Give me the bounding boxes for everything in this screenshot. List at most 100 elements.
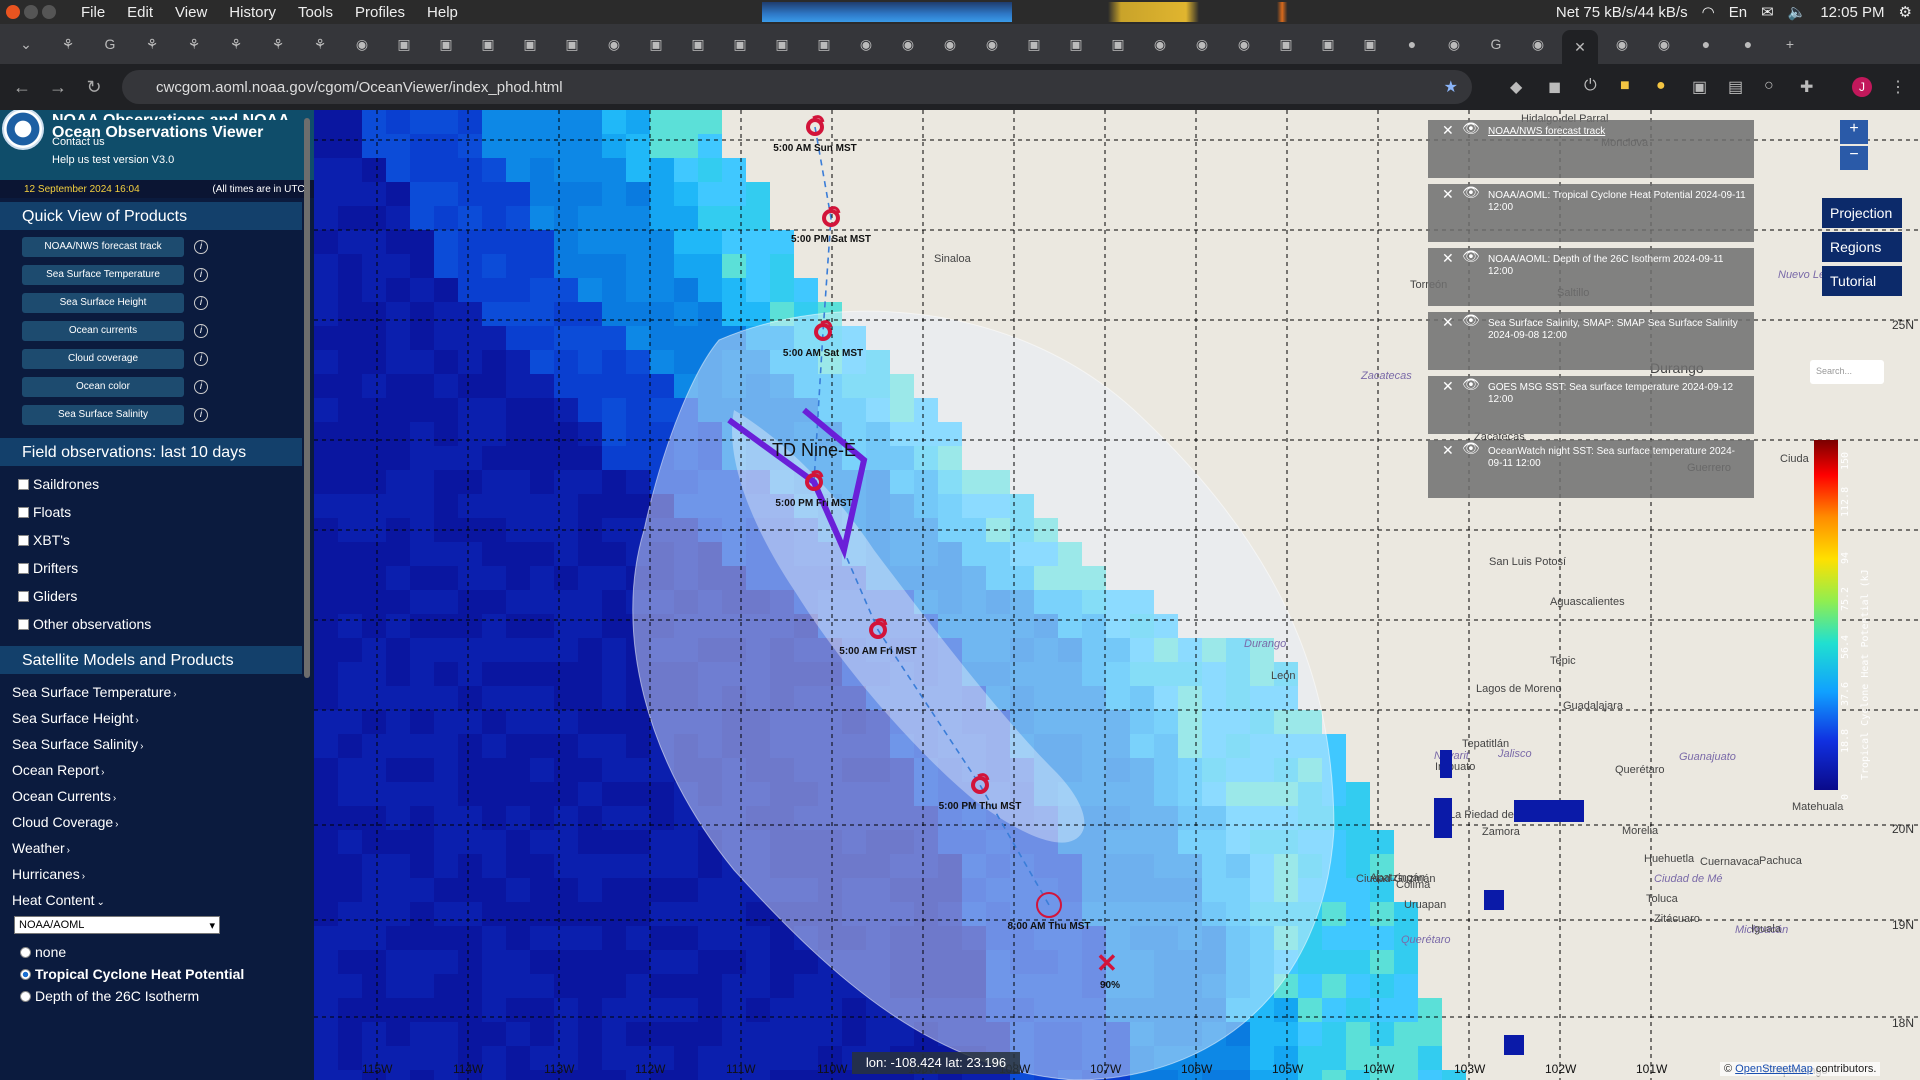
- eye-icon[interactable]: 👁: [1462, 377, 1480, 391]
- radio-button[interactable]: [20, 990, 31, 1002]
- tab-favicon[interactable]: ⚘: [218, 30, 254, 58]
- tab-close-icon[interactable]: ✕: [1562, 30, 1598, 64]
- info-icon[interactable]: i: [194, 408, 208, 422]
- satellite-heading[interactable]: Satellite Models and Products: [0, 646, 302, 674]
- info-icon[interactable]: i: [194, 380, 208, 394]
- extension-icon[interactable]: ○: [1764, 77, 1774, 95]
- close-icon[interactable]: ✕: [1442, 443, 1454, 457]
- satellite-menu-item[interactable]: Sea Surface Temperature ›: [12, 684, 314, 700]
- zoom-in-button[interactable]: +: [1840, 120, 1868, 144]
- menu-tools[interactable]: Tools: [287, 4, 344, 21]
- browser-menu-icon[interactable]: ⋮: [1890, 77, 1906, 97]
- quick-view-button[interactable]: Sea Surface Temperature: [22, 265, 184, 285]
- tab-favicon[interactable]: ◉: [890, 30, 926, 58]
- tab-favicon[interactable]: ▣: [680, 30, 716, 58]
- satellite-menu-item[interactable]: Heat Content ⌄: [12, 892, 314, 908]
- wifi-icon[interactable]: ◠: [1702, 3, 1715, 21]
- tab-favicon[interactable]: ◉: [344, 30, 380, 58]
- tab-favicon[interactable]: G: [1478, 30, 1514, 58]
- quick-view-heading[interactable]: Quick View of Products: [0, 202, 302, 230]
- quick-view-button[interactable]: Ocean currents: [22, 321, 184, 341]
- zoom-out-button[interactable]: −: [1840, 146, 1868, 170]
- volume-icon[interactable]: 🔈: [1788, 3, 1807, 21]
- close-icon[interactable]: ✕: [1442, 251, 1454, 265]
- profile-avatar[interactable]: J: [1852, 77, 1872, 97]
- menu-edit[interactable]: Edit: [116, 4, 164, 21]
- tab-favicon[interactable]: ▣: [428, 30, 464, 58]
- quick-view-button[interactable]: Sea Surface Height: [22, 293, 184, 313]
- tab-favicon[interactable]: ◉: [974, 30, 1010, 58]
- menu-help[interactable]: Help: [416, 4, 469, 21]
- eye-icon[interactable]: 👁: [1462, 249, 1480, 263]
- menu-history[interactable]: History: [218, 4, 287, 21]
- satellite-menu-item[interactable]: Sea Surface Salinity ›: [12, 736, 314, 752]
- tab-favicon[interactable]: ◉: [1646, 30, 1682, 58]
- checkbox[interactable]: [18, 478, 29, 490]
- radio-button[interactable]: [20, 968, 31, 980]
- tutorial-button[interactable]: Tutorial: [1822, 266, 1902, 296]
- maximize-window-button[interactable]: [42, 5, 56, 19]
- extension-icon[interactable]: ◆: [1510, 77, 1522, 97]
- new-tab-button[interactable]: +: [1772, 30, 1808, 58]
- search-input[interactable]: Search...: [1810, 360, 1884, 384]
- extension-icon[interactable]: ▤: [1728, 77, 1743, 97]
- close-window-button[interactable]: [6, 5, 20, 19]
- extension-icon[interactable]: ▣: [1692, 77, 1707, 97]
- tab-favicon[interactable]: ⚘: [260, 30, 296, 58]
- disturbance-x-icon[interactable]: ✕: [1096, 948, 1118, 978]
- forward-arrow-icon[interactable]: →: [40, 77, 76, 98]
- extension-icon[interactable]: ■: [1620, 77, 1630, 95]
- back-arrow-icon[interactable]: ←: [4, 77, 40, 98]
- eye-icon[interactable]: 👁: [1462, 313, 1480, 327]
- contact-link[interactable]: Contact us: [52, 136, 105, 148]
- checkbox[interactable]: [18, 562, 29, 574]
- tab-favicon[interactable]: ▣: [806, 30, 842, 58]
- field-obs-heading[interactable]: Field observations: last 10 days: [0, 438, 302, 466]
- extension-icon[interactable]: ●: [1656, 77, 1666, 95]
- tab-favicon[interactable]: ⚘: [302, 30, 338, 58]
- menu-file[interactable]: File: [70, 4, 116, 21]
- info-icon[interactable]: i: [194, 240, 208, 254]
- power-icon[interactable]: ⏻: [1584, 77, 1597, 95]
- tab-favicon[interactable]: ◉: [1520, 30, 1556, 58]
- tab-favicon[interactable]: ▣: [470, 30, 506, 58]
- tab-favicon[interactable]: ▣: [1310, 30, 1346, 58]
- quick-view-button[interactable]: Cloud coverage: [22, 349, 184, 369]
- projection-button[interactable]: Projection: [1822, 198, 1902, 228]
- tab-favicon[interactable]: ◉: [848, 30, 884, 58]
- tab-favicon[interactable]: ▣: [1100, 30, 1136, 58]
- eye-icon[interactable]: 👁: [1462, 121, 1480, 135]
- info-icon[interactable]: i: [194, 296, 208, 310]
- tab-favicon[interactable]: ●: [1688, 30, 1724, 58]
- tab-favicon[interactable]: ▣: [1352, 30, 1388, 58]
- close-icon[interactable]: ✕: [1442, 379, 1454, 393]
- eye-icon[interactable]: 👁: [1462, 441, 1480, 455]
- tab-favicon[interactable]: ⚘: [50, 30, 86, 58]
- checkbox[interactable]: [18, 618, 29, 630]
- checkbox[interactable]: [18, 534, 29, 546]
- info-icon[interactable]: i: [194, 324, 208, 338]
- tab-favicon[interactable]: ◉: [1142, 30, 1178, 58]
- menu-profiles[interactable]: Profiles: [344, 4, 416, 21]
- quick-view-button[interactable]: Sea Surface Salinity: [22, 405, 184, 425]
- reload-icon[interactable]: ↻: [76, 77, 112, 98]
- info-icon[interactable]: i: [194, 268, 208, 282]
- tab-favicon[interactable]: ●: [1394, 30, 1430, 58]
- satellite-menu-item[interactable]: Sea Surface Height ›: [12, 710, 314, 726]
- tab-favicon[interactable]: ⚘: [176, 30, 212, 58]
- settings-gear-icon[interactable]: ⚙: [1899, 3, 1912, 21]
- tab-favicon[interactable]: ▣: [386, 30, 422, 58]
- url-field[interactable]: cwcgom.aoml.noaa.gov/cgom/OceanViewer/in…: [122, 70, 1472, 104]
- tab-favicon[interactable]: G: [92, 30, 128, 58]
- extension-icon[interactable]: ◼: [1548, 77, 1561, 97]
- tab-favicon[interactable]: ⚘: [134, 30, 170, 58]
- close-icon[interactable]: ✕: [1442, 315, 1454, 329]
- regions-button[interactable]: Regions: [1822, 232, 1902, 262]
- mail-icon[interactable]: ✉: [1761, 3, 1774, 21]
- tab-search-icon[interactable]: ⌄: [8, 30, 44, 58]
- tab-favicon[interactable]: ◉: [1184, 30, 1220, 58]
- help-link[interactable]: Help us test version V3.0: [52, 154, 174, 166]
- checkbox[interactable]: [18, 506, 29, 518]
- bookmark-star-icon[interactable]: ★: [1444, 77, 1458, 97]
- tab-favicon[interactable]: ●: [1730, 30, 1766, 58]
